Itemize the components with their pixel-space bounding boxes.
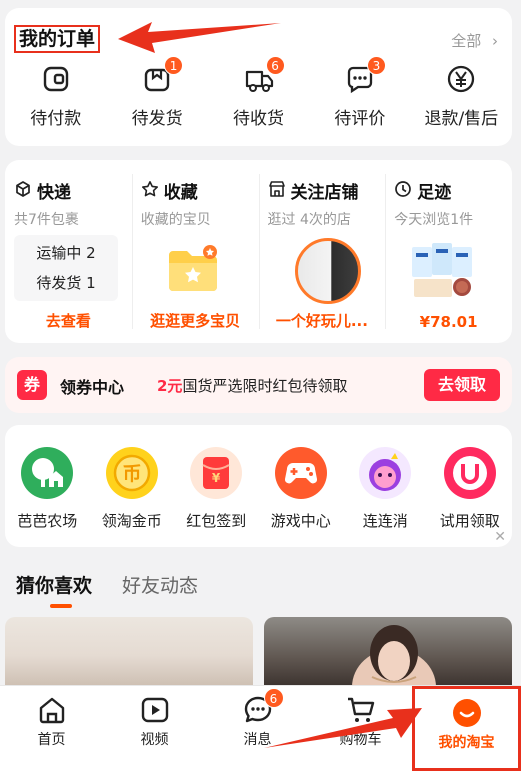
farm-icon xyxy=(21,447,74,499)
orders-all-link[interactable]: 全部 › xyxy=(451,30,498,51)
coupon-icon: 券 xyxy=(17,370,47,400)
store-icon xyxy=(268,180,286,202)
app-label: 红包签到 xyxy=(186,512,247,530)
close-icon[interactable]: ✕ xyxy=(494,529,506,545)
apps-card: 芭芭农场 币 领淘金币 ¥ 红包签到 游戏中心 连连消 试用领取 ✕ xyxy=(5,425,512,547)
orders-all-label: 全部 xyxy=(451,32,482,50)
order-pending-payment[interactable]: 待付款 xyxy=(5,64,106,129)
app-match[interactable]: 连连消 xyxy=(343,447,428,531)
footprint-section[interactable]: 足迹 今天浏览1件 ¥78.01 xyxy=(385,160,512,343)
clock-icon xyxy=(394,180,412,202)
express-title: 快递 xyxy=(37,183,71,203)
stores-sub: 逛过 4次的店 xyxy=(267,212,351,228)
yen-icon xyxy=(446,64,476,94)
favorites-title: 收藏 xyxy=(163,183,198,203)
coupon-desc-text: 国货严选限时红包待领取 xyxy=(182,377,348,395)
wallet-icon xyxy=(41,64,71,94)
annotation-arrow-bottom xyxy=(262,690,422,758)
folder-star-icon xyxy=(165,243,259,299)
order-item-label: 退款/售后 xyxy=(424,109,499,129)
app-farm[interactable]: 芭芭农场 xyxy=(5,447,90,531)
app-red-envelope[interactable]: ¥ 红包签到 xyxy=(174,447,259,531)
coupon-center-title: 领券中心 xyxy=(60,378,125,397)
tab-guess-you-like[interactable]: 猜你喜欢 xyxy=(16,571,92,608)
red-envelope-icon: ¥ xyxy=(190,447,243,499)
recommendation-image[interactable] xyxy=(5,617,253,687)
app-label: 游戏中心 xyxy=(270,512,331,530)
package-icon: 1 xyxy=(142,56,184,94)
express-section[interactable]: 快递 共7件包裹 运输中 2 待发货 1 去查看 xyxy=(5,160,132,343)
chevron-right-icon: › xyxy=(492,32,498,50)
footprint-sub: 今天浏览1件 xyxy=(394,212,474,228)
svg-text:币: 币 xyxy=(122,463,141,485)
bottom-tab-bar: 首页 视频 6 消息 购物车 我的淘宝 xyxy=(0,685,521,771)
annotation-arrow-top xyxy=(118,18,283,62)
app-label: 连连消 xyxy=(362,512,408,530)
comment-icon: 3 xyxy=(345,56,386,94)
order-pending-receipt[interactable]: 6 待收货 xyxy=(208,56,309,129)
shipment-status-box: 运输中 2 待发货 1 xyxy=(14,235,118,301)
tab-label: 视频 xyxy=(140,732,169,748)
tab-video[interactable]: 视频 xyxy=(103,686,206,771)
favorites-more-link[interactable]: 逛逛更多宝贝 xyxy=(132,310,259,331)
order-item-label: 待收货 xyxy=(233,109,285,129)
order-pending-review[interactable]: 3 待评价 xyxy=(309,56,410,129)
video-icon xyxy=(139,694,171,726)
app-trial[interactable]: 试用领取 xyxy=(428,447,513,531)
express-sub: 共7件包裹 xyxy=(14,212,79,228)
tab-friends-activity[interactable]: 好友动态 xyxy=(122,571,198,598)
in-transit-count: 运输中 2 xyxy=(36,244,96,262)
app-label: 试用领取 xyxy=(439,512,500,530)
box-icon xyxy=(14,180,32,202)
order-pending-shipment[interactable]: 1 待发货 xyxy=(106,56,207,129)
truck-icon: 6 xyxy=(244,56,285,94)
my-taobao-icon xyxy=(451,697,483,729)
coupon-desc: 2元国货严选限时红包待领取 xyxy=(157,375,347,396)
footprint-title: 足迹 xyxy=(417,183,452,203)
tab-my-taobao[interactable]: 我的淘宝 xyxy=(412,686,521,771)
order-item-label: 待发货 xyxy=(131,109,183,129)
to-ship-count: 待发货 1 xyxy=(36,274,96,292)
recommendation-image[interactable] xyxy=(264,617,512,687)
favorites-section[interactable]: 收藏 收藏的宝贝 逛逛更多宝贝 xyxy=(131,160,259,343)
tab-label: 我的淘宝 xyxy=(438,735,495,751)
order-item-label: 待评价 xyxy=(334,109,386,129)
home-icon xyxy=(36,694,68,726)
coupon-banner[interactable]: 券 领券中心 2元国货严选限时红包待领取 去领取 xyxy=(5,357,512,413)
feed-tabs: 猜你喜欢 好友动态 xyxy=(16,571,198,608)
svg-text:¥: ¥ xyxy=(212,471,221,485)
trial-icon xyxy=(443,447,496,499)
footprint-price[interactable]: ¥78.01 xyxy=(385,313,512,331)
store-name-link[interactable]: 一个好玩儿... xyxy=(259,310,386,331)
coupon-amount: 2元 xyxy=(157,377,183,395)
tab-label: 首页 xyxy=(37,732,66,748)
match-game-icon xyxy=(359,447,412,499)
coin-icon: 币 xyxy=(105,447,158,499)
gamepad-icon xyxy=(274,447,327,499)
claim-coupon-button[interactable]: 去领取 xyxy=(424,369,500,401)
favorites-sub: 收藏的宝贝 xyxy=(140,212,211,228)
app-label: 芭芭农场 xyxy=(17,512,78,530)
tab-home[interactable]: 首页 xyxy=(0,686,103,771)
activity-card: 快递 共7件包裹 运输中 2 待发货 1 去查看 收藏 收藏的宝贝 逛逛更多宝贝 xyxy=(5,160,512,343)
stores-title: 关注店铺 xyxy=(290,183,359,203)
order-badge: 3 xyxy=(366,56,386,75)
order-item-label: 待付款 xyxy=(30,109,82,129)
order-refund[interactable]: 退款/售后 xyxy=(411,64,512,129)
store-avatar xyxy=(294,238,361,304)
stores-section[interactable]: 关注店铺 逛过 4次的店 一个好玩儿... xyxy=(258,160,386,343)
product-thumbnail xyxy=(408,239,512,305)
star-icon xyxy=(141,180,159,202)
app-games[interactable]: 游戏中心 xyxy=(259,447,344,531)
app-coins[interactable]: 币 领淘金币 xyxy=(90,447,175,531)
express-view-link[interactable]: 去查看 xyxy=(5,310,132,331)
orders-title: 我的订单 xyxy=(14,25,101,53)
app-label: 领淘金币 xyxy=(101,512,162,530)
